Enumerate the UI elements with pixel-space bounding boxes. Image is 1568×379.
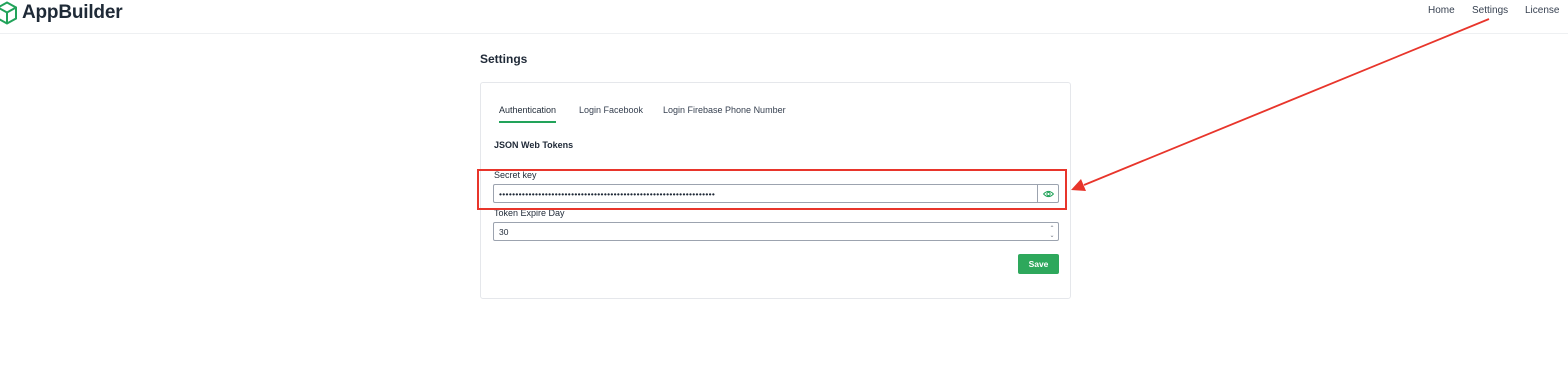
chevron-down-icon[interactable]: ⌄ (1049, 232, 1054, 239)
section-title-json-web-tokens: JSON Web Tokens (494, 140, 574, 150)
annotation-highlight-box (477, 169, 1067, 210)
tab-authentication[interactable]: Authentication (499, 105, 557, 123)
tab-login-firebase-phone-number[interactable]: Login Firebase Phone Number (663, 105, 786, 123)
page-title: Settings (480, 52, 528, 66)
app-logo[interactable]: AppBuilder (0, 1, 123, 25)
nav-home-link[interactable]: Home (1428, 5, 1455, 16)
chevron-up-icon[interactable]: ⌃ (1049, 225, 1054, 232)
number-spinner[interactable]: ⌃ ⌄ (1046, 223, 1058, 240)
token-expire-day-input[interactable] (493, 222, 1059, 241)
nav-license-link[interactable]: License (1525, 5, 1559, 16)
nav-settings-link[interactable]: Settings (1472, 5, 1508, 16)
top-navbar: AppBuilder Home Settings License (0, 0, 1568, 34)
hexagon-logo-icon (0, 1, 18, 25)
save-button[interactable]: Save (1018, 254, 1059, 274)
app-name: AppBuilder (22, 2, 123, 23)
tab-login-facebook[interactable]: Login Facebook (579, 105, 643, 123)
